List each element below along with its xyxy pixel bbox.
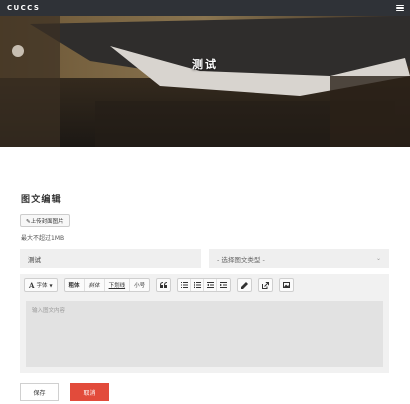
bold-button[interactable]: 粗体 [65,279,85,291]
article-type-select-value: - 选择图文类型 - [217,255,265,264]
chevron-down-icon: ⌄ [375,255,381,262]
underline-button[interactable]: 下划线 [105,279,131,291]
hero-title: 测试 [192,58,218,71]
quote-group [156,278,172,292]
editor-toolbar: A 字体 ▼ 粗体 斜体 下划线 小号 [24,278,300,292]
font-icon: A [29,280,35,290]
article-type-select[interactable]: - 选择图文类型 - ⌄ [209,249,389,268]
italic-button[interactable]: 斜体 [85,279,105,291]
outdent-icon[interactable] [204,279,218,291]
font-dropdown[interactable]: A 字体 ▼ [25,279,57,291]
edit-group [237,278,253,292]
quote-icon[interactable] [157,279,170,291]
numbered-list-icon[interactable] [191,279,205,291]
brand-logo[interactable]: CUCCS [7,4,40,12]
indent-icon[interactable] [217,279,230,291]
list-group [177,278,232,292]
bullet-list-icon[interactable] [178,279,192,291]
section-title: 图文编辑 [21,195,62,205]
caret-down-icon: ▼ [49,282,53,288]
hamburger-menu-icon[interactable] [396,4,404,12]
save-button[interactable]: 保存 [20,383,59,401]
hero-banner: 测试 [0,16,410,147]
hero-background-image [0,16,410,147]
pencil-icon[interactable] [238,279,251,291]
cancel-button[interactable]: 取消 [70,383,109,401]
image-group [279,278,295,292]
link-group [258,278,274,292]
image-icon[interactable] [280,279,293,291]
upload-cover-button[interactable]: ✎上传封面图片 [20,214,70,227]
rich-text-editor: A 字体 ▼ 粗体 斜体 下划线 小号 输入图文内容 [20,274,389,373]
title-input[interactable]: 测试 [20,249,201,268]
small-text-button[interactable]: 小号 [130,279,149,291]
upload-size-note: 最大不超过1MB [21,235,65,242]
text-style-group: 粗体 斜体 下划线 小号 [63,278,151,292]
top-navbar: CUCCS [0,0,410,16]
font-group: A 字体 ▼ [24,278,58,292]
share-link-icon[interactable] [259,279,272,291]
content-textarea[interactable]: 输入图文内容 [26,301,383,367]
font-label: 字体 [36,283,48,289]
